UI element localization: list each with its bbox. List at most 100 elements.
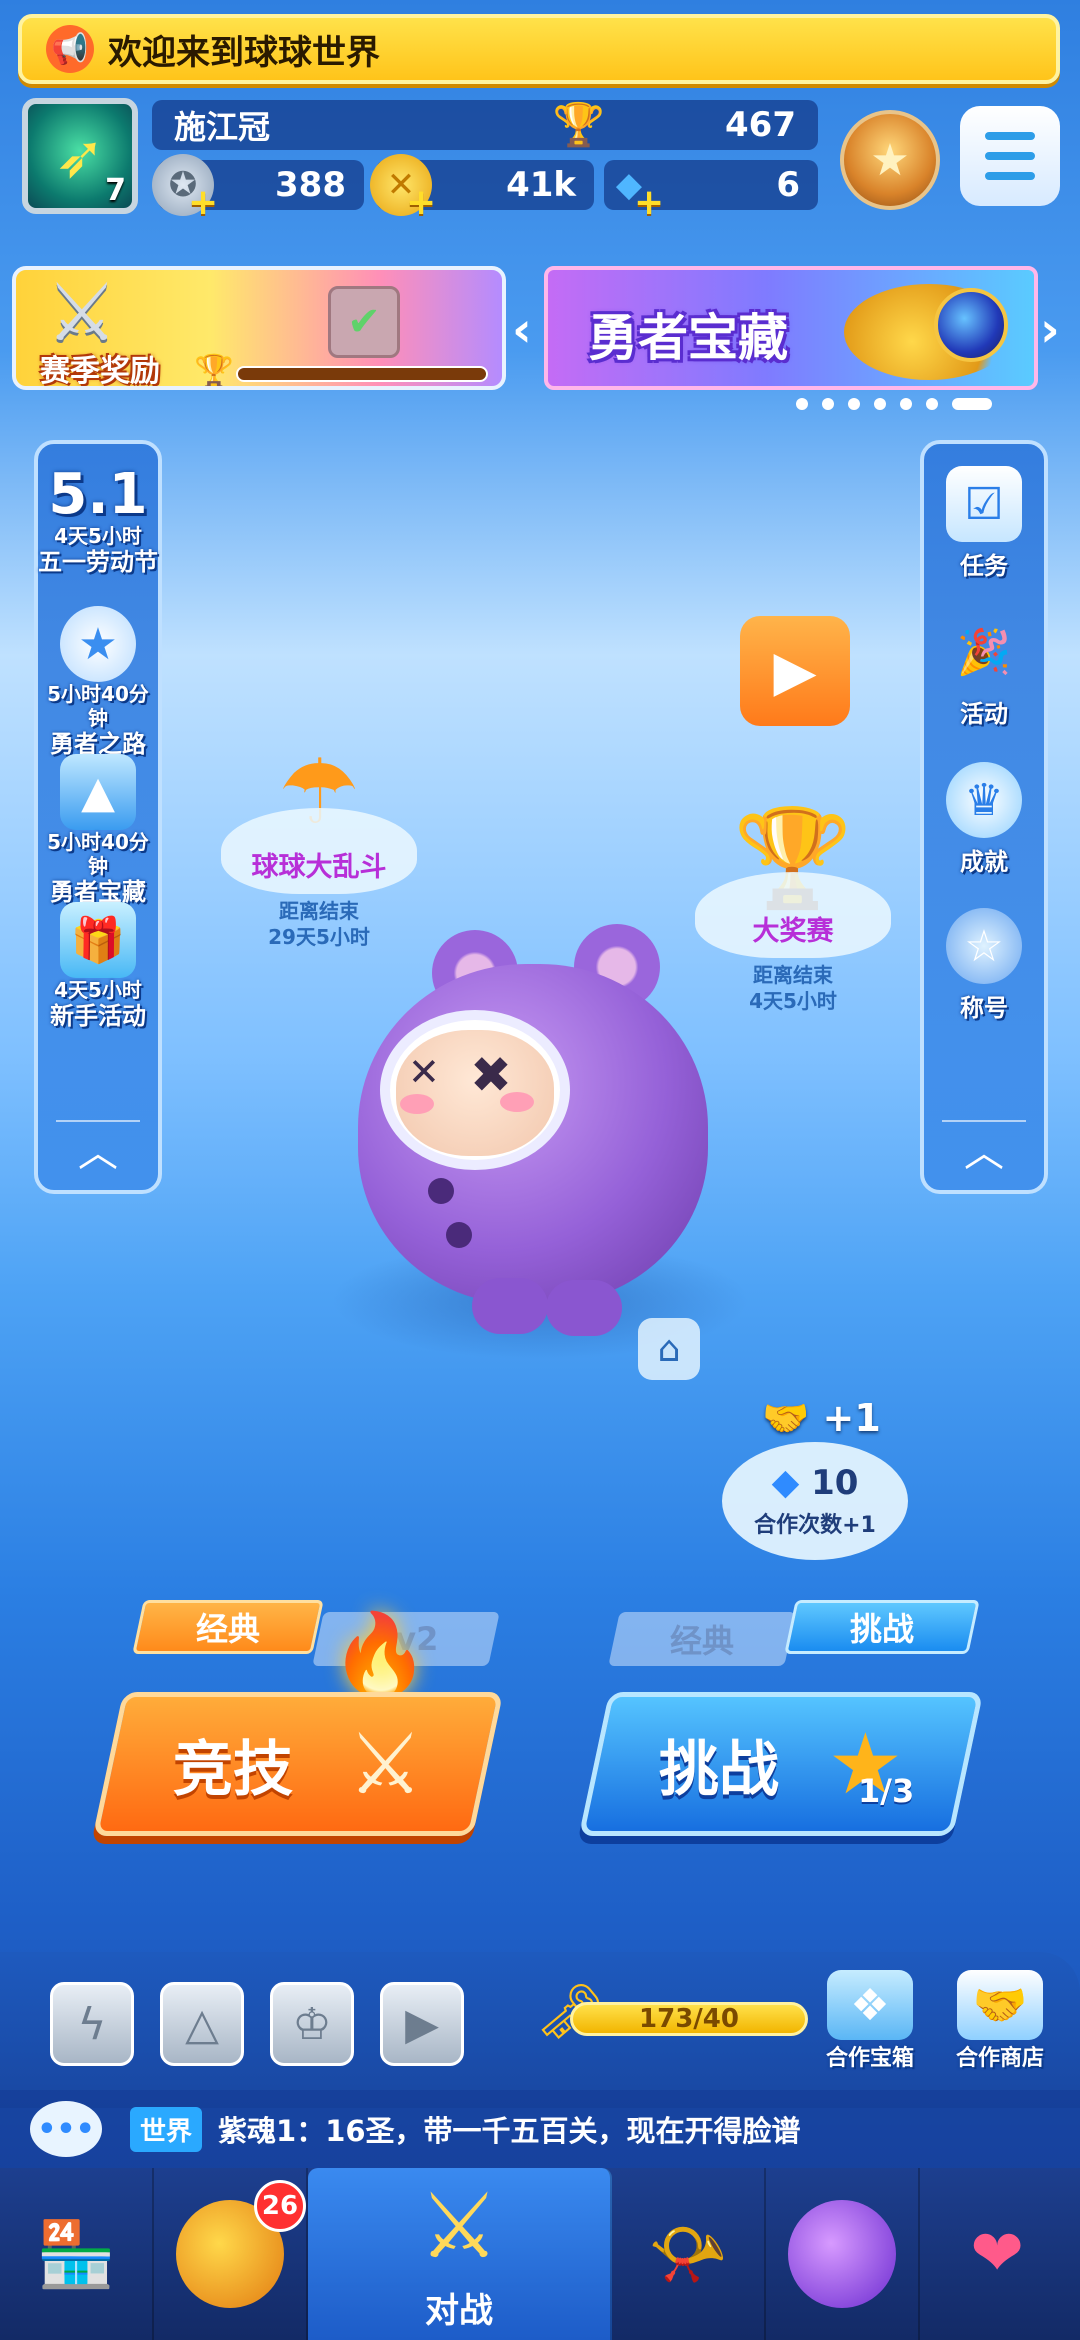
compete-label: 竞技 xyxy=(173,1734,293,1805)
coop-bonus: 🤝 +1 xyxy=(762,1396,881,1440)
promo-prev-arrow[interactable]: ‹ xyxy=(512,302,532,358)
phone-heart-icon: ❤ xyxy=(970,2217,1024,2291)
coop-chest-button[interactable]: ❖ 合作宝箱 xyxy=(812,1970,928,2072)
nav-social[interactable]: ❤ xyxy=(920,2168,1074,2340)
character-left-leg xyxy=(472,1278,548,1334)
chat-bubble-icon[interactable]: ••• xyxy=(30,2101,102,2157)
party-popper-icon: 🎉 xyxy=(956,627,1012,678)
may-day-icon: 5.1 xyxy=(48,462,148,527)
trophy-score: 467 xyxy=(725,105,796,145)
carousel-dots xyxy=(796,398,992,410)
coop-count-label: 合作次数+1 xyxy=(754,1513,876,1538)
hamburger-icon xyxy=(985,132,1035,140)
notification-badge: 26 xyxy=(254,2180,306,2232)
stars-value: 388 xyxy=(275,165,346,205)
diamonds-resource[interactable]: ◆ + 6 xyxy=(604,160,818,223)
star-badge-icon: ☆ xyxy=(946,908,1022,984)
menu-activities[interactable]: 🎉 活动 xyxy=(924,614,1044,729)
event-newbie[interactable]: 🎁 4天5小时 新手活动 xyxy=(38,902,158,1030)
nav-battle-label: 对战 xyxy=(425,2290,493,2331)
challenge-button[interactable]: 挑战 ★ xyxy=(578,1692,984,1836)
event-may-day[interactable]: 5.1 4天5小时 五一劳动节 xyxy=(38,462,158,577)
tab-compete-classic[interactable]: 经典 xyxy=(132,1600,324,1654)
world-chat[interactable]: ••• 世界 紫魂1：16圣，带一千五百关，现在开得脸谱 xyxy=(0,2090,1080,2168)
coins-value: 41k xyxy=(506,165,576,205)
grand-prize-title: 大奖赛 xyxy=(695,872,891,958)
character-left-cheek xyxy=(400,1094,434,1114)
left-events-panel: 5.1 4天5小时 五一劳动节 ★ 5小时40分钟 勇者之路 ▲ 5小时40分钟… xyxy=(34,440,162,1194)
chat-message: 紫魂1：16圣，带一千五百关，现在开得脸谱 xyxy=(218,2114,801,2148)
handshake-shop-icon: 🤝 xyxy=(957,1970,1043,2040)
chat-channel: 世界 xyxy=(130,2106,203,2152)
character-right-leg xyxy=(546,1280,622,1336)
left-panel-collapse-button[interactable]: ︿ xyxy=(56,1120,140,1176)
trophy-small-icon: 🏆 xyxy=(194,352,234,390)
quick-lightning-button[interactable]: ϟ xyxy=(50,1982,134,2066)
character-button xyxy=(446,1222,472,1248)
quick-replay-button[interactable]: ▶ xyxy=(380,1982,464,2066)
promo-next-arrow[interactable]: › xyxy=(1040,302,1060,358)
tab-challenge-challenge[interactable]: 挑战 xyxy=(784,1600,980,1654)
tab-challenge-classic[interactable]: 经典 xyxy=(608,1612,796,1666)
whistle-icon: 📯 xyxy=(648,2217,728,2292)
video-replay-icon: ▶ xyxy=(405,1998,439,2050)
character-right-cheek xyxy=(500,1092,534,1112)
event-hero-treasure[interactable]: ▲ 5小时40分钟 勇者宝藏 xyxy=(38,754,158,906)
nav-battle[interactable]: ⚔ 对战 xyxy=(308,2168,612,2340)
shop-icon: 🏪 xyxy=(36,2217,116,2292)
coop-shop-button[interactable]: 🤝 合作商店 xyxy=(942,1970,1058,2072)
player-avatar[interactable]: ➶ 7 xyxy=(22,98,138,214)
character-left-eye: ✕ xyxy=(408,1050,440,1094)
checkbox-icon: ☑ xyxy=(946,466,1022,542)
event-hero-road[interactable]: ★ 5小时40分钟 勇者之路 xyxy=(38,606,158,758)
diamonds-value: 6 xyxy=(776,165,800,205)
menu-titles[interactable]: ☆ 称号 xyxy=(924,908,1044,1023)
key-progress-bar: 173/40 xyxy=(570,2002,808,2036)
player-name: 施江冠 xyxy=(174,108,271,146)
gift-box-icon: 🎁 xyxy=(60,902,136,978)
right-menu-panel: ☑ 任务 🎉 活动 ♛ 成就 ☆ 称号 ︿ xyxy=(920,440,1048,1194)
promo-title: 勇者宝藏 xyxy=(588,309,788,367)
promo-banner[interactable]: 勇者宝藏 xyxy=(544,266,1038,390)
megaphone-icon: 📢 xyxy=(46,25,94,73)
chest-icon: ❖ xyxy=(827,1970,913,2040)
compete-button[interactable]: 竞技 ⚔ xyxy=(92,1692,504,1836)
nav-planet[interactable] xyxy=(766,2168,920,2340)
season-progress-bar xyxy=(236,366,488,382)
character-button xyxy=(428,1178,454,1204)
add-coins-icon[interactable]: + xyxy=(406,182,436,223)
wardrobe-button[interactable]: ⌂ xyxy=(638,1318,700,1380)
trophy-icon: 🏆 xyxy=(552,100,606,149)
menu-achievements[interactable]: ♛ 成就 xyxy=(924,762,1044,877)
right-panel-collapse-button[interactable]: ︿ xyxy=(942,1120,1026,1176)
quick-trophy-button[interactable]: ♔ xyxy=(270,1982,354,2066)
menu-tasks[interactable]: ☑ 任务 xyxy=(924,466,1044,581)
quick-rank-button[interactable]: △ xyxy=(160,1982,244,2066)
event-brawl[interactable]: ☂ 球球大乱斗 距离结束 29天5小时 xyxy=(214,748,424,950)
coop-count-bubble[interactable]: ◆ 10 合作次数+1 xyxy=(722,1442,908,1560)
add-diamonds-icon[interactable]: + xyxy=(634,182,664,223)
brawl-title: 球球大乱斗 xyxy=(221,808,417,894)
triangle-emblem-icon: △ xyxy=(185,1998,219,2050)
nav-balls[interactable]: 26 xyxy=(154,2168,308,2340)
challenge-label: 挑战 xyxy=(659,1734,779,1805)
announcement-bar[interactable]: 📢 欢迎来到球球世界 xyxy=(18,14,1060,84)
orb-icon xyxy=(934,288,1008,362)
planet-icon xyxy=(788,2200,896,2308)
season-reward-card[interactable]: ⚔ 赛季奖励 ✔ 🏆 xyxy=(12,266,506,390)
event-grand-prize[interactable]: 🏆 大奖赛 距离结束 4天5小时 xyxy=(688,810,898,1014)
menu-button[interactable] xyxy=(960,106,1060,206)
add-stars-icon[interactable]: + xyxy=(188,182,218,223)
rank-badge[interactable]: ★ xyxy=(840,110,940,210)
nav-shop[interactable]: 🏪 xyxy=(0,2168,154,2340)
coins-resource[interactable]: ✕ + 41k xyxy=(370,154,594,223)
player-level: 7 xyxy=(105,173,126,208)
crossed-swords-icon: ⚔ xyxy=(418,2174,500,2279)
stars-resource[interactable]: ✪ + 388 xyxy=(152,154,364,223)
fire-icon: 🔥 xyxy=(330,1608,430,1701)
video-reward-icon[interactable]: ▶ xyxy=(740,616,850,726)
coop-gems: 10 xyxy=(811,1463,859,1503)
announcement-text: 欢迎来到球球世界 xyxy=(108,32,380,73)
nav-whistle[interactable]: 📯 xyxy=(612,2168,766,2340)
winged-emblem-icon: ▲ xyxy=(60,754,136,830)
